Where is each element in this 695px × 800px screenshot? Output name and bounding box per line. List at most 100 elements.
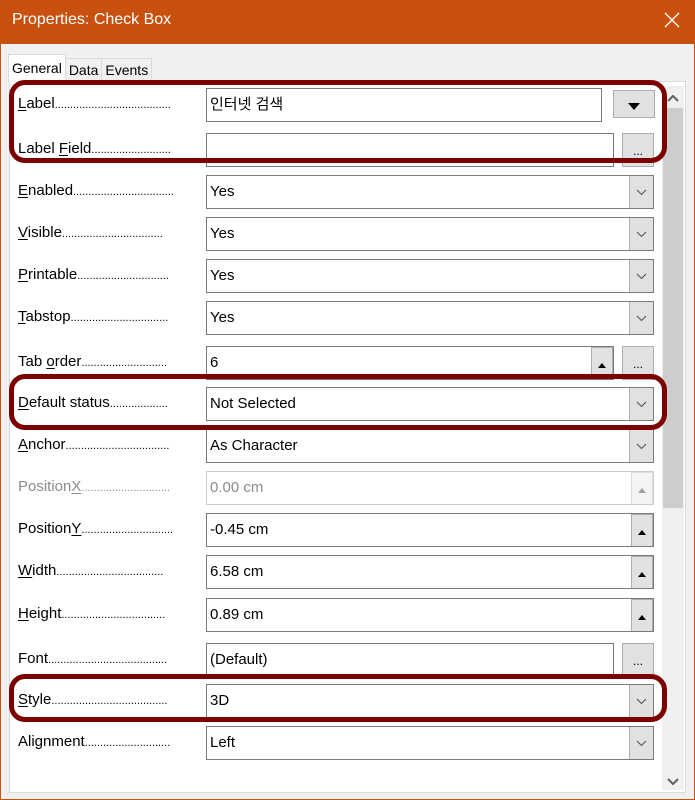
tab-data[interactable]: Data [64, 58, 103, 82]
property-value-default-status: Not Selected [210, 395, 296, 412]
leader-dots: ................................... [56, 566, 164, 578]
property-row-label-field: Label Field............................. [10, 131, 660, 169]
property-row-style: Style...................................… [10, 682, 660, 720]
dropdown-button-printable[interactable] [629, 260, 653, 292]
spin-up-button[interactable] [631, 556, 653, 588]
property-label-tabstop: Tabstop................................ [18, 308, 169, 325]
property-row-alignment: Alignment............................ Lef… [10, 724, 660, 762]
dropdown-button-style[interactable] [629, 685, 653, 717]
tab-events[interactable]: Events [101, 58, 153, 82]
property-field-style[interactable]: 3D [206, 684, 654, 718]
scrollbar-thumb[interactable] [663, 108, 683, 508]
leader-dots: ............................ [84, 737, 171, 749]
dropdown-button-anchor[interactable] [629, 430, 653, 462]
property-field-alignment[interactable]: Left [206, 726, 654, 760]
close-button[interactable] [649, 0, 695, 44]
property-field-visible[interactable]: Yes [206, 217, 654, 251]
leader-dots: ............................ [81, 357, 167, 369]
dialog-body: General Data Events Name................… [1, 44, 694, 799]
spin-buttons-width [631, 556, 653, 588]
chevron-down-icon [636, 176, 647, 208]
property-value-tab-order: 6 [210, 354, 219, 371]
chevron-down-icon [636, 430, 647, 462]
property-label-positionx: PositionX............................. [18, 478, 171, 495]
title-bar: Properties: Check Box [0, 0, 695, 44]
property-field-anchor[interactable]: As Character [206, 429, 654, 463]
property-label-tab-order: Tab order............................ [18, 353, 167, 370]
triangle-down-icon [628, 95, 640, 114]
arrow-up-icon [638, 600, 646, 631]
property-value-width: 6.58 cm [210, 563, 264, 580]
property-label-font: Font....................................… [18, 650, 168, 667]
property-value-height: 0.89 cm [210, 606, 264, 623]
tab-general[interactable]: General [8, 54, 66, 82]
dropdown-button-alignment[interactable] [629, 727, 653, 759]
chevron-down-icon [636, 260, 647, 292]
spin-buttons-positionx [631, 472, 653, 504]
chevron-down-icon [636, 302, 647, 334]
property-field-label[interactable]: 인터넷 검색 [206, 88, 602, 122]
leader-dots: ...................................... [51, 695, 168, 707]
scroll-up-button[interactable] [662, 86, 684, 106]
leader-dots: ................................. [61, 228, 163, 240]
property-field-height[interactable]: 0.89 cm [206, 598, 654, 632]
property-row-width: Width...................................… [10, 553, 660, 591]
property-row-printable: Printable.............................. Y… [10, 257, 660, 295]
property-value-tabstop: Yes [210, 309, 235, 326]
property-value-enabled: Yes [210, 183, 235, 200]
leader-dots: ............................. [81, 482, 171, 494]
label-dropdown-button[interactable] [613, 90, 655, 118]
property-label-default-status: Default status................... [18, 394, 168, 411]
dropdown-button-default-status[interactable] [629, 388, 653, 420]
property-field-enabled[interactable]: Yes [206, 175, 654, 209]
property-field-tab-order[interactable]: 6 [206, 346, 614, 380]
spin-up-button [631, 472, 653, 504]
dropdown-button-enabled[interactable] [629, 176, 653, 208]
property-value-positiony: -0.45 cm [210, 521, 269, 538]
property-field-positiony[interactable]: -0.45 cm [206, 513, 654, 547]
dropdown-button-tabstop[interactable] [629, 302, 653, 334]
arrow-up-icon [638, 557, 646, 588]
spin-up-button[interactable] [631, 599, 653, 631]
property-field-label-field[interactable] [206, 133, 614, 167]
spin-buttons-positiony [631, 514, 653, 546]
property-row-default-status: Default status................... Not Sel… [10, 385, 660, 423]
property-value-visible: Yes [210, 225, 235, 242]
spin-up-button[interactable] [631, 514, 653, 546]
property-label-anchor: Anchor.................................. [18, 436, 170, 453]
spin-up-button[interactable] [591, 347, 613, 379]
property-field-default-status[interactable]: Not Selected [206, 387, 654, 421]
vertical-scrollbar[interactable] [662, 86, 684, 790]
property-field-font[interactable]: (Default) [206, 643, 614, 677]
browse-button-tab-order[interactable]: ... [622, 346, 654, 380]
scroll-down-button[interactable] [662, 770, 684, 790]
chevron-down-icon [636, 388, 647, 420]
leader-dots: ................... [109, 398, 168, 410]
property-field-width[interactable]: 6.58 cm [206, 555, 654, 589]
properties-dialog: Properties: Check Box General Data Event… [0, 0, 695, 800]
property-row-height: Height..................................… [10, 596, 660, 634]
chevron-down-icon [636, 685, 647, 717]
property-value-alignment: Left [210, 734, 236, 751]
dropdown-button-visible[interactable] [629, 218, 653, 250]
property-value-positionx: 0.00 cm [210, 479, 264, 496]
property-label-visible: Visible................................. [18, 224, 163, 241]
property-label-alignment: Alignment............................ [18, 733, 171, 750]
leader-dots: ................................. [73, 186, 174, 198]
property-row-tab-order: Tab order............................ 6..… [10, 344, 660, 382]
leader-dots: ...................................... [54, 99, 171, 111]
property-label-label: Label...................................… [18, 95, 171, 112]
spin-buttons-height [631, 599, 653, 631]
chevron-down-icon [636, 218, 647, 250]
property-field-positionx: 0.00 cm [206, 471, 654, 505]
property-row-tabstop: Tabstop................................ Y… [10, 299, 660, 337]
property-label-enabled: Enabled................................. [18, 182, 174, 199]
property-field-printable[interactable]: Yes [206, 259, 654, 293]
property-label-height: Height.................................. [18, 605, 166, 622]
browse-button-label-field[interactable]: ... [622, 133, 654, 167]
property-row-visible: Visible.................................… [10, 215, 660, 253]
arrow-up-icon [598, 348, 606, 379]
browse-button-font[interactable]: ... [622, 643, 654, 677]
leader-dots: .............................. [77, 270, 169, 282]
property-field-tabstop[interactable]: Yes [206, 301, 654, 335]
